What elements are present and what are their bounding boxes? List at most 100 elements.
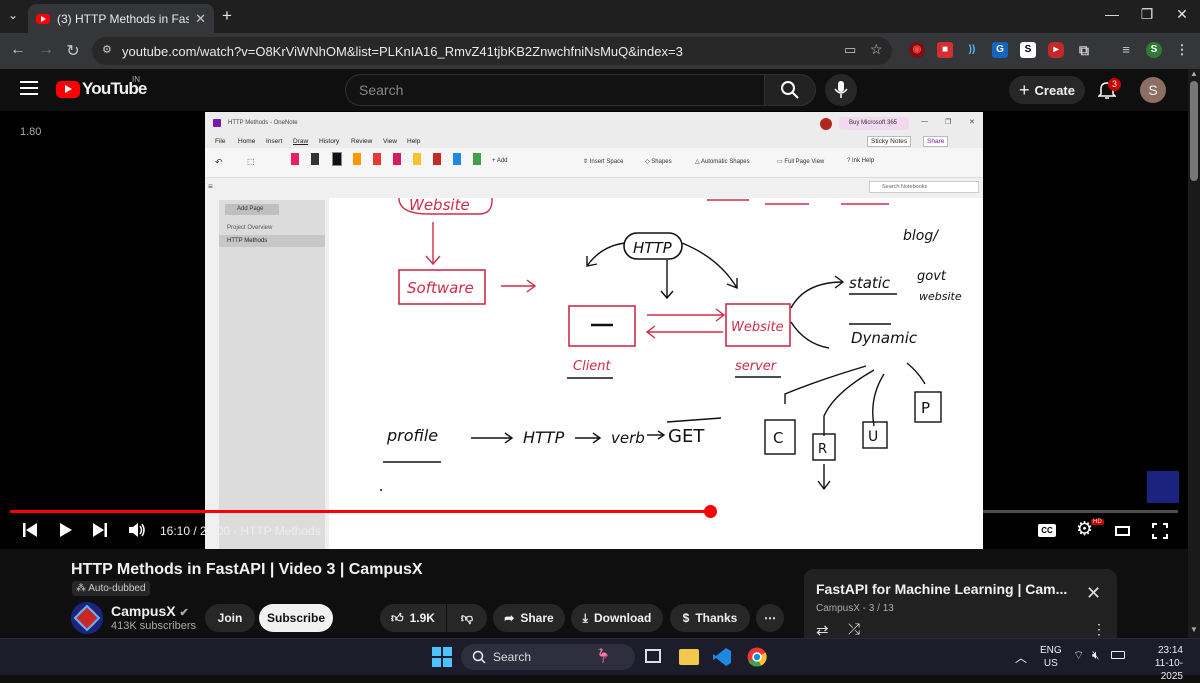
menu-help[interactable]: Help bbox=[407, 138, 420, 145]
pen-red-icon[interactable] bbox=[373, 153, 381, 165]
create-button[interactable]: + Create bbox=[1009, 76, 1085, 104]
automatic-shapes-button[interactable]: △ Automatic Shapes bbox=[695, 158, 750, 165]
playlist-menu-icon[interactable]: ⋮ bbox=[1092, 621, 1106, 638]
forward-icon[interactable]: → bbox=[36, 41, 56, 59]
join-button[interactable]: Join bbox=[205, 604, 255, 632]
pen-red2-icon[interactable] bbox=[433, 153, 441, 165]
account-avatar[interactable]: S bbox=[1140, 77, 1166, 103]
input-language[interactable]: ENG US bbox=[1040, 644, 1062, 670]
captions-icon[interactable]: CC bbox=[1038, 524, 1056, 537]
onenote-share-button[interactable]: Share bbox=[923, 136, 949, 147]
speaker-muted-icon[interactable]: 🔇︎ bbox=[1092, 648, 1100, 663]
shuffle-icon[interactable]: ⤮ bbox=[848, 621, 860, 638]
menu-view[interactable]: View bbox=[383, 138, 397, 145]
menu-file[interactable]: File bbox=[215, 138, 225, 145]
browser-menu-icon[interactable]: ⋮ bbox=[1174, 42, 1190, 58]
profile-avatar-icon[interactable]: S bbox=[1146, 42, 1162, 58]
share-button[interactable]: ➦ Share bbox=[493, 604, 565, 632]
extensions-puzzle-icon[interactable]: ⧉ bbox=[1076, 42, 1092, 58]
page-project-overview[interactable]: Project Overview bbox=[219, 222, 325, 234]
buy-microsoft-365-button[interactable]: Buy Microsoft 365 bbox=[839, 117, 909, 130]
scroll-down-icon[interactable]: ▼ bbox=[1190, 625, 1198, 634]
cast-icon[interactable]: ▭ bbox=[844, 42, 856, 58]
pen-green-icon[interactable] bbox=[473, 153, 481, 165]
channel-watermark[interactable] bbox=[1147, 471, 1179, 503]
windows-start-icon[interactable] bbox=[432, 647, 452, 667]
bookmark-star-icon[interactable]: ☆ bbox=[870, 41, 883, 58]
playlist-title[interactable]: FastAPI for Machine Learning | Cam... bbox=[816, 581, 1074, 597]
restore-icon[interactable]: ❐ bbox=[1137, 6, 1157, 23]
youtube-logo[interactable]: YouTube IN bbox=[56, 75, 147, 99]
extension-youtube-icon[interactable]: ▸ bbox=[1048, 42, 1064, 58]
page-scrollbar[interactable]: ▲ ▼ bbox=[1188, 69, 1200, 638]
full-page-view-button[interactable]: ▭ Full Page View bbox=[777, 158, 824, 165]
theater-mode-icon[interactable] bbox=[1115, 526, 1130, 536]
site-info-icon[interactable]: ⚙ bbox=[102, 43, 112, 56]
pen-pink-icon[interactable] bbox=[291, 153, 299, 165]
address-bar[interactable]: ⚙ youtube.com/watch?v=O8KrViWNhOM&list=P… bbox=[92, 37, 892, 65]
search-button[interactable] bbox=[764, 74, 816, 106]
fullscreen-icon[interactable] bbox=[1152, 523, 1168, 539]
show-hidden-icons-chevron-icon[interactable]: ︿ bbox=[1015, 649, 1027, 666]
page-http-methods[interactable]: HTTP Methods bbox=[219, 235, 325, 247]
minimize-icon[interactable]: — bbox=[1102, 6, 1122, 22]
sticky-notes-button[interactable]: Sticky Notes bbox=[867, 136, 912, 147]
add-page-button[interactable]: Add Page bbox=[225, 204, 279, 215]
navigation-toggle-icon[interactable]: ≡ bbox=[208, 182, 213, 191]
pen-pink2-icon[interactable] bbox=[393, 153, 401, 165]
wifi-icon[interactable]: ⌔ bbox=[1073, 648, 1084, 663]
previous-icon[interactable] bbox=[22, 522, 38, 538]
task-view-icon[interactable] bbox=[645, 649, 661, 663]
search-input[interactable]: Search bbox=[345, 74, 765, 106]
menu-insert[interactable]: Insert bbox=[266, 138, 282, 145]
seek-bar-scrubber[interactable] bbox=[703, 505, 717, 518]
next-icon[interactable] bbox=[92, 522, 108, 538]
new-tab-button[interactable]: + bbox=[222, 6, 232, 26]
shapes-button[interactable]: ◇ Shapes bbox=[645, 158, 672, 165]
browser-tab-youtube[interactable]: (3) HTTP Methods in FastAPI | V ✕ bbox=[28, 4, 214, 33]
extension-redbox-icon[interactable]: ■ bbox=[937, 42, 953, 58]
pen-orange-icon[interactable] bbox=[353, 153, 361, 165]
voice-search-button[interactable] bbox=[825, 74, 857, 106]
undo-icon[interactable]: ↶ bbox=[215, 157, 223, 168]
add-pen-button[interactable]: + Add bbox=[492, 158, 508, 164]
loop-icon[interactable]: ⇄ bbox=[816, 621, 829, 639]
insert-space-button[interactable]: ⇕ Insert Space bbox=[583, 158, 623, 165]
tab-list-button[interactable]: ⌄ bbox=[8, 8, 18, 22]
channel-name[interactable]: CampusX ✔ bbox=[111, 603, 189, 619]
system-clock[interactable]: 23:14 11-10-2025 bbox=[1133, 644, 1183, 683]
lasso-icon[interactable]: ⬚ bbox=[247, 157, 255, 166]
menu-history[interactable]: History bbox=[319, 138, 339, 145]
ink-help-button[interactable]: ? Ink Help bbox=[847, 158, 874, 164]
onenote-canvas[interactable]: Website Software HTTP Client Website ser… bbox=[329, 198, 983, 549]
pen-black2-icon[interactable] bbox=[332, 152, 342, 166]
video-frame-onenote[interactable]: HTTP Methods - OneNote Buy Microsoft 365… bbox=[205, 112, 983, 549]
menu-home[interactable]: Home bbox=[238, 138, 255, 145]
extension-s-icon[interactable]: S bbox=[1020, 42, 1036, 58]
menu-draw[interactable]: Draw bbox=[293, 138, 308, 145]
chapter-button[interactable]: · HTTP Methods › bbox=[233, 524, 328, 538]
file-explorer-icon[interactable] bbox=[679, 649, 699, 665]
thanks-button[interactable]: $ Thanks bbox=[670, 604, 750, 632]
scroll-up-icon[interactable]: ▲ bbox=[1190, 69, 1198, 78]
close-playlist-icon[interactable]: ✕ bbox=[1086, 583, 1101, 604]
extension-translate-icon[interactable]: G bbox=[992, 42, 1008, 58]
chrome-icon[interactable] bbox=[747, 647, 767, 667]
pen-blue-icon[interactable] bbox=[453, 153, 461, 165]
reading-list-icon[interactable]: ≡ bbox=[1118, 42, 1134, 58]
dislike-button[interactable]: 👎︎ bbox=[447, 604, 487, 632]
vscode-icon[interactable] bbox=[712, 647, 732, 667]
menu-review[interactable]: Review bbox=[351, 138, 372, 145]
onenote-close-icon[interactable]: ✕ bbox=[969, 118, 975, 126]
back-icon[interactable]: ← bbox=[8, 41, 28, 59]
subscribe-button[interactable]: Subscribe bbox=[259, 604, 333, 632]
close-tab-icon[interactable]: ✕ bbox=[195, 11, 206, 27]
download-button[interactable]: ⤓ Download bbox=[571, 604, 663, 632]
extension-audio-icon[interactable]: )) bbox=[964, 42, 980, 58]
pen-black-icon[interactable] bbox=[311, 153, 319, 165]
taskbar-search[interactable]: Search 🦩 bbox=[461, 644, 635, 670]
seek-bar[interactable] bbox=[10, 505, 1178, 518]
onenote-minimize-icon[interactable]: — bbox=[921, 118, 928, 125]
scrollbar-thumb[interactable] bbox=[1190, 81, 1198, 181]
play-icon[interactable] bbox=[58, 522, 74, 538]
